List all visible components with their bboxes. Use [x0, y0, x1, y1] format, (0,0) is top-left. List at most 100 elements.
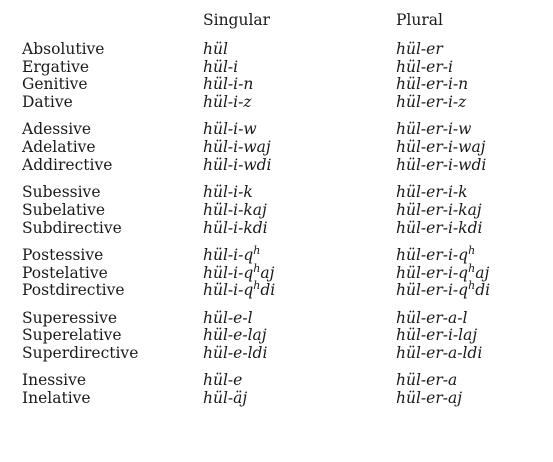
- plural-form: hül-er-a-ldi: [396, 344, 482, 362]
- plural-form: hül-er: [396, 40, 443, 58]
- case-label: Genitive: [22, 75, 88, 94]
- form-segment: hül-i-waj: [203, 138, 271, 157]
- form-segment: hül-er-i: [396, 57, 453, 76]
- case-row: Subdirective hül-i-kdi hül-er-i-kdi: [0, 219, 553, 237]
- singular-form: hül-e-ldi: [203, 344, 267, 362]
- case-label: Superessive: [22, 308, 118, 327]
- form-segment: hül-er-a: [396, 371, 458, 390]
- singular-form: hül-e-laj: [203, 326, 267, 344]
- singular-form: hül-i-wdi: [203, 156, 272, 174]
- plural-form: hül-er-i-laj: [396, 326, 477, 344]
- case-row: Addirective hül-i-wdi hül-er-i-wdi: [0, 156, 553, 174]
- form-segment: aj: [260, 263, 275, 282]
- form-segment: hül-i-kdi: [203, 218, 268, 237]
- case-label: Subelative: [22, 200, 106, 219]
- case-label: Addirective: [22, 155, 113, 174]
- form-segment: hül-e-ldi: [203, 343, 268, 362]
- plural-form: hül-er-a-l: [396, 309, 467, 327]
- singular-form: hül-äj: [203, 389, 247, 407]
- case-row: Adessive hül-i-w hül-er-i-w: [0, 120, 553, 138]
- case-label: Ergative: [22, 57, 90, 76]
- case-row: Ergative hül-i hül-er-i: [0, 58, 553, 76]
- case-row: Superdirective hül-e-ldi hül-er-a-ldi: [0, 344, 553, 362]
- plural-form: hül-er-i-n: [396, 75, 468, 93]
- form-segment: hül-er-i-w: [396, 120, 472, 139]
- case-row: Dative hül-i-z hül-er-i-z: [0, 93, 553, 111]
- form-segment: hül-er-a-l: [396, 308, 468, 327]
- form-segment: hül-er-i-z: [396, 93, 467, 112]
- case-label: Superdirective: [22, 343, 139, 362]
- case-label: Inelative: [22, 388, 91, 407]
- plural-form: hül-er-i-waj: [396, 138, 486, 156]
- form-segment: hül-i-n: [203, 75, 254, 94]
- form-segment: hül-er-i-laj: [396, 326, 478, 345]
- header-row: Singular Plural: [0, 11, 553, 29]
- case-row: Inelative hül-äj hül-er-aj: [0, 389, 553, 407]
- form-segment: hül: [203, 40, 228, 58]
- case-label: Dative: [22, 93, 73, 112]
- singular-form: hül-e: [203, 371, 242, 389]
- form-segment: hül-i-kaj: [203, 200, 267, 219]
- case-label: Subdirective: [22, 218, 122, 237]
- form-segment: hül-e-l: [203, 308, 253, 327]
- plural-column-header: Plural: [396, 11, 443, 29]
- plural-form: hül-er-i-k: [396, 183, 468, 201]
- aspiration-superscript: h: [468, 243, 476, 257]
- form-segment: aj: [475, 263, 490, 282]
- case-row: Superessive hül-e-l hül-er-a-l: [0, 309, 553, 327]
- form-segment: hül-er-aj: [396, 388, 463, 407]
- plural-form: hül-er-i: [396, 58, 453, 76]
- form-segment: hül-e-laj: [203, 326, 267, 345]
- form-segment: hül-er-i-q: [396, 245, 469, 264]
- singular-form: hül: [203, 40, 228, 58]
- aspiration-superscript: h: [253, 279, 261, 293]
- case-label: Postelative: [22, 263, 108, 282]
- singular-form: hül-i-qhdi: [203, 279, 276, 301]
- form-segment: di: [260, 281, 276, 300]
- form-segment: hül-er-a-ldi: [396, 343, 483, 362]
- form-segment: hül-er-i-q: [396, 281, 469, 300]
- form-segment: hül-i: [203, 57, 239, 76]
- case-row: Genitive hül-i-n hül-er-i-n: [0, 75, 553, 93]
- singular-form: hül-i-z: [203, 93, 252, 111]
- plural-form: hül-er-i-z: [396, 93, 466, 111]
- form-segment: hül-er-i-k: [396, 183, 468, 202]
- plural-form: hül-er-i-qhdi: [396, 279, 490, 301]
- case-label: Superelative: [22, 326, 122, 345]
- form-segment: hül-er-i-n: [396, 75, 469, 94]
- aspiration-superscript: h: [468, 261, 476, 275]
- form-segment: hül-er: [396, 40, 443, 58]
- singular-form: hül-i-kdi: [203, 219, 268, 237]
- aspiration-superscript: h: [253, 243, 261, 257]
- singular-form: hül-i-kaj: [203, 201, 267, 219]
- form-segment: hül-i-k: [203, 183, 253, 202]
- plural-form: hül-er-i-wdi: [396, 156, 486, 174]
- form-segment: hül-i-q: [203, 263, 254, 282]
- case-label: Adessive: [22, 120, 92, 139]
- form-segment: hül-er-i-wdi: [396, 155, 487, 174]
- form-segment: hül-er-i-kaj: [396, 200, 482, 219]
- form-segment: hül-i-z: [203, 93, 252, 112]
- plural-form: hül-er-aj: [396, 389, 462, 407]
- case-row: Absolutive hül hül-er: [0, 40, 553, 58]
- case-paradigm-table: Singular Plural Absolutive hül hül-er Ergat…: [0, 0, 553, 462]
- case-row: Inessive hül-e hül-er-a: [0, 371, 553, 389]
- form-segment: hül-e: [203, 371, 243, 390]
- singular-form: hül-i-n: [203, 75, 253, 93]
- singular-form: hül-i-waj: [203, 138, 271, 156]
- case-row: Superelative hül-e-laj hül-er-i-laj: [0, 326, 553, 344]
- singular-form: hül-i-k: [203, 183, 253, 201]
- form-segment: hül-i-w: [203, 120, 257, 139]
- form-segment: hül-er-i-q: [396, 263, 469, 282]
- form-segment: hül-i-q: [203, 281, 254, 300]
- form-segment: hül-i-q: [203, 245, 254, 264]
- singular-form: hül-i-w: [203, 120, 257, 138]
- plural-form: hül-er-a: [396, 371, 457, 389]
- plural-form: hül-er-i-kaj: [396, 201, 482, 219]
- case-label: Inessive: [22, 371, 87, 390]
- form-segment: hül-äj: [203, 388, 248, 407]
- form-segment: hül-i-wdi: [203, 155, 272, 174]
- singular-column-header: Singular: [203, 11, 271, 29]
- case-label: Postessive: [22, 245, 104, 264]
- case-label: Subessive: [22, 183, 101, 202]
